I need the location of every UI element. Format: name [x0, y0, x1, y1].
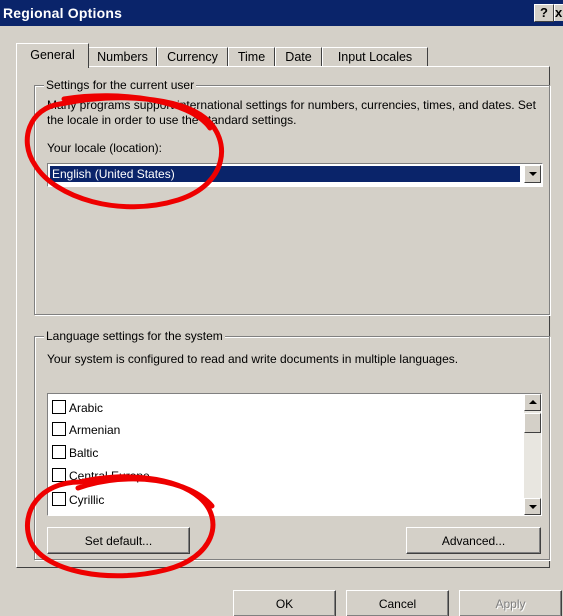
list-item[interactable]: Arabic: [52, 398, 512, 418]
window-title: Regional Options: [3, 5, 123, 21]
language-list-scrollbar[interactable]: [524, 394, 541, 515]
language-checkbox-arabic[interactable]: [52, 400, 66, 414]
list-item[interactable]: Armenian: [52, 420, 512, 440]
tab-date[interactable]: Date: [275, 47, 322, 67]
user-settings-legend: Settings for the current user: [44, 78, 197, 92]
system-settings-legend: Language settings for the system: [44, 329, 225, 343]
scroll-thumb[interactable]: [524, 413, 541, 433]
language-label: Baltic: [69, 446, 99, 460]
tab-input-locales[interactable]: Input Locales: [322, 47, 428, 67]
advanced-button[interactable]: Advanced...: [406, 527, 541, 554]
tab-general[interactable]: General: [16, 43, 89, 68]
user-settings-description: Many programs support international sett…: [47, 98, 536, 127]
cancel-button[interactable]: Cancel: [346, 590, 449, 616]
language-label: Arabic: [69, 401, 104, 415]
arrow-down-icon: [529, 505, 537, 509]
arrow-up-icon: [529, 400, 537, 404]
regional-options-dialog: Regional Options ? x General Numbers Cur…: [0, 0, 563, 616]
language-label: Armenian: [69, 423, 121, 437]
locale-dropdown-arrow[interactable]: [524, 165, 541, 183]
locale-label: Your locale (location):: [47, 141, 162, 155]
scroll-up-button[interactable]: [524, 394, 541, 411]
close-button[interactable]: x: [554, 4, 563, 21]
language-checkbox-armenian[interactable]: [52, 422, 66, 436]
locale-dropdown[interactable]: English (United States): [47, 163, 543, 187]
list-item[interactable]: Cyrillic: [52, 490, 512, 510]
scroll-down-button[interactable]: [524, 498, 541, 515]
tab-numbers[interactable]: Numbers: [88, 47, 157, 67]
locale-selected-value: English (United States): [50, 166, 520, 182]
language-checkbox-cyrillic[interactable]: [52, 492, 66, 506]
tab-time[interactable]: Time: [228, 47, 275, 67]
tab-currency[interactable]: Currency: [157, 47, 228, 67]
language-checkbox-central-europe[interactable]: [52, 468, 66, 482]
language-label: Central Europe: [69, 469, 150, 483]
language-checkbox-baltic[interactable]: [52, 445, 66, 459]
list-item[interactable]: Central Europe: [52, 466, 512, 486]
title-bar[interactable]: Regional Options ? x: [0, 0, 563, 26]
language-list[interactable]: Arabic Armenian Baltic Central Europe Cy…: [47, 393, 542, 516]
ok-button[interactable]: OK: [233, 590, 336, 616]
language-label: Cyrillic: [69, 493, 105, 507]
set-default-button[interactable]: Set default...: [47, 527, 190, 554]
apply-button[interactable]: Apply: [459, 590, 562, 616]
list-item[interactable]: Baltic: [52, 443, 512, 463]
chevron-down-icon: [529, 172, 537, 176]
system-settings-description: Your system is configured to read and wr…: [47, 352, 459, 366]
help-button[interactable]: ?: [534, 4, 554, 22]
